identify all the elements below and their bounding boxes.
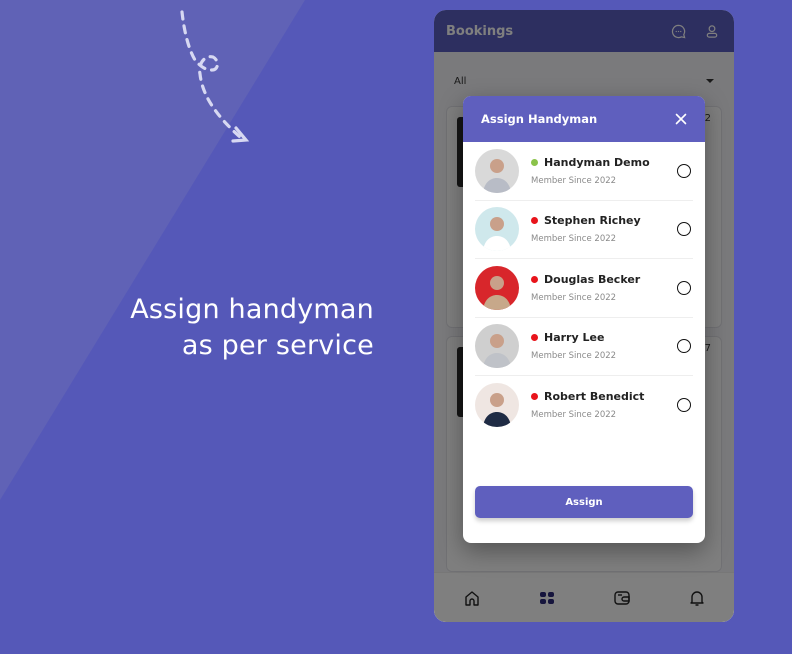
avatar-body	[483, 236, 511, 252]
handyman-list-item[interactable]: Handyman Demo Member Since 2022	[475, 142, 693, 201]
status-dot	[531, 217, 538, 225]
close-button[interactable]	[673, 111, 689, 127]
status-dot	[531, 158, 538, 166]
handyman-name: Harry Lee	[544, 331, 605, 345]
avatar	[475, 148, 519, 193]
name-line: Stephen Richey	[531, 214, 677, 227]
avatar	[475, 324, 519, 369]
handyman-name: Handyman Demo	[544, 155, 650, 169]
avatar-body	[483, 177, 511, 193]
light-diagonal-panel	[0, 0, 305, 500]
handyman-info: Handyman Demo Member Since 2022	[531, 156, 677, 186]
avatar	[475, 207, 519, 252]
handyman-list-item[interactable]: Robert Benedict Member Since 2022	[475, 376, 693, 435]
avatar-body	[483, 353, 511, 369]
close-icon	[675, 113, 687, 125]
select-radio[interactable]	[677, 163, 691, 178]
handyman-name: Douglas Becker	[544, 272, 641, 286]
member-since: Member Since 2022	[531, 351, 617, 362]
dialog-title: Assign Handyman	[481, 112, 598, 126]
name-line: Harry Lee	[531, 331, 677, 344]
handyman-list-item[interactable]: Harry Lee Member Since 2022	[475, 318, 693, 376]
avatar-head	[490, 275, 504, 290]
handyman-info: Harry Lee Member Since 2022	[531, 331, 677, 361]
assign-handyman-dialog: Assign Handyman Handyman Demo Member Sin…	[463, 96, 705, 543]
select-radio[interactable]	[677, 398, 691, 413]
name-line: Douglas Becker	[531, 273, 677, 286]
member-since: Member Since 2022	[531, 175, 617, 186]
avatar-head	[490, 158, 504, 173]
handyman-list-item[interactable]: Stephen Richey Member Since 2022	[475, 201, 693, 259]
avatar-head	[490, 334, 504, 349]
avatar	[475, 383, 519, 428]
avatar-head	[490, 393, 504, 408]
select-radio[interactable]	[677, 280, 691, 295]
handyman-list: Handyman Demo Member Since 2022 Stephen …	[463, 142, 705, 435]
select-radio[interactable]	[677, 222, 691, 237]
avatar-body	[483, 294, 511, 310]
tagline-line-1: Assign handyman	[130, 294, 374, 325]
avatar-head	[490, 217, 504, 232]
name-line: Handyman Demo	[531, 156, 677, 169]
handyman-name: Robert Benedict	[544, 390, 645, 404]
avatar	[475, 265, 519, 310]
member-since: Member Since 2022	[531, 410, 617, 421]
dialog-header: Assign Handyman	[463, 96, 705, 142]
status-dot	[531, 275, 538, 283]
handyman-info: Robert Benedict Member Since 2022	[531, 390, 677, 420]
member-since: Member Since 2022	[531, 234, 617, 245]
avatar-body	[483, 412, 511, 428]
handyman-info: Douglas Becker Member Since 2022	[531, 273, 677, 303]
tagline-line-2: as per service	[181, 330, 374, 361]
handyman-list-item[interactable]: Douglas Becker Member Since 2022	[475, 259, 693, 318]
handyman-name: Stephen Richey	[544, 214, 641, 228]
phone-screen: Bookings All 2 7 Assig	[434, 10, 734, 622]
status-dot	[531, 393, 538, 401]
select-radio[interactable]	[677, 339, 691, 354]
status-dot	[531, 334, 538, 342]
assign-button[interactable]: Assign	[475, 486, 693, 518]
name-line: Robert Benedict	[531, 390, 677, 403]
member-since: Member Since 2022	[531, 292, 617, 303]
handyman-info: Stephen Richey Member Since 2022	[531, 214, 677, 244]
promo-tagline: Assign handyman as per service	[130, 292, 374, 364]
